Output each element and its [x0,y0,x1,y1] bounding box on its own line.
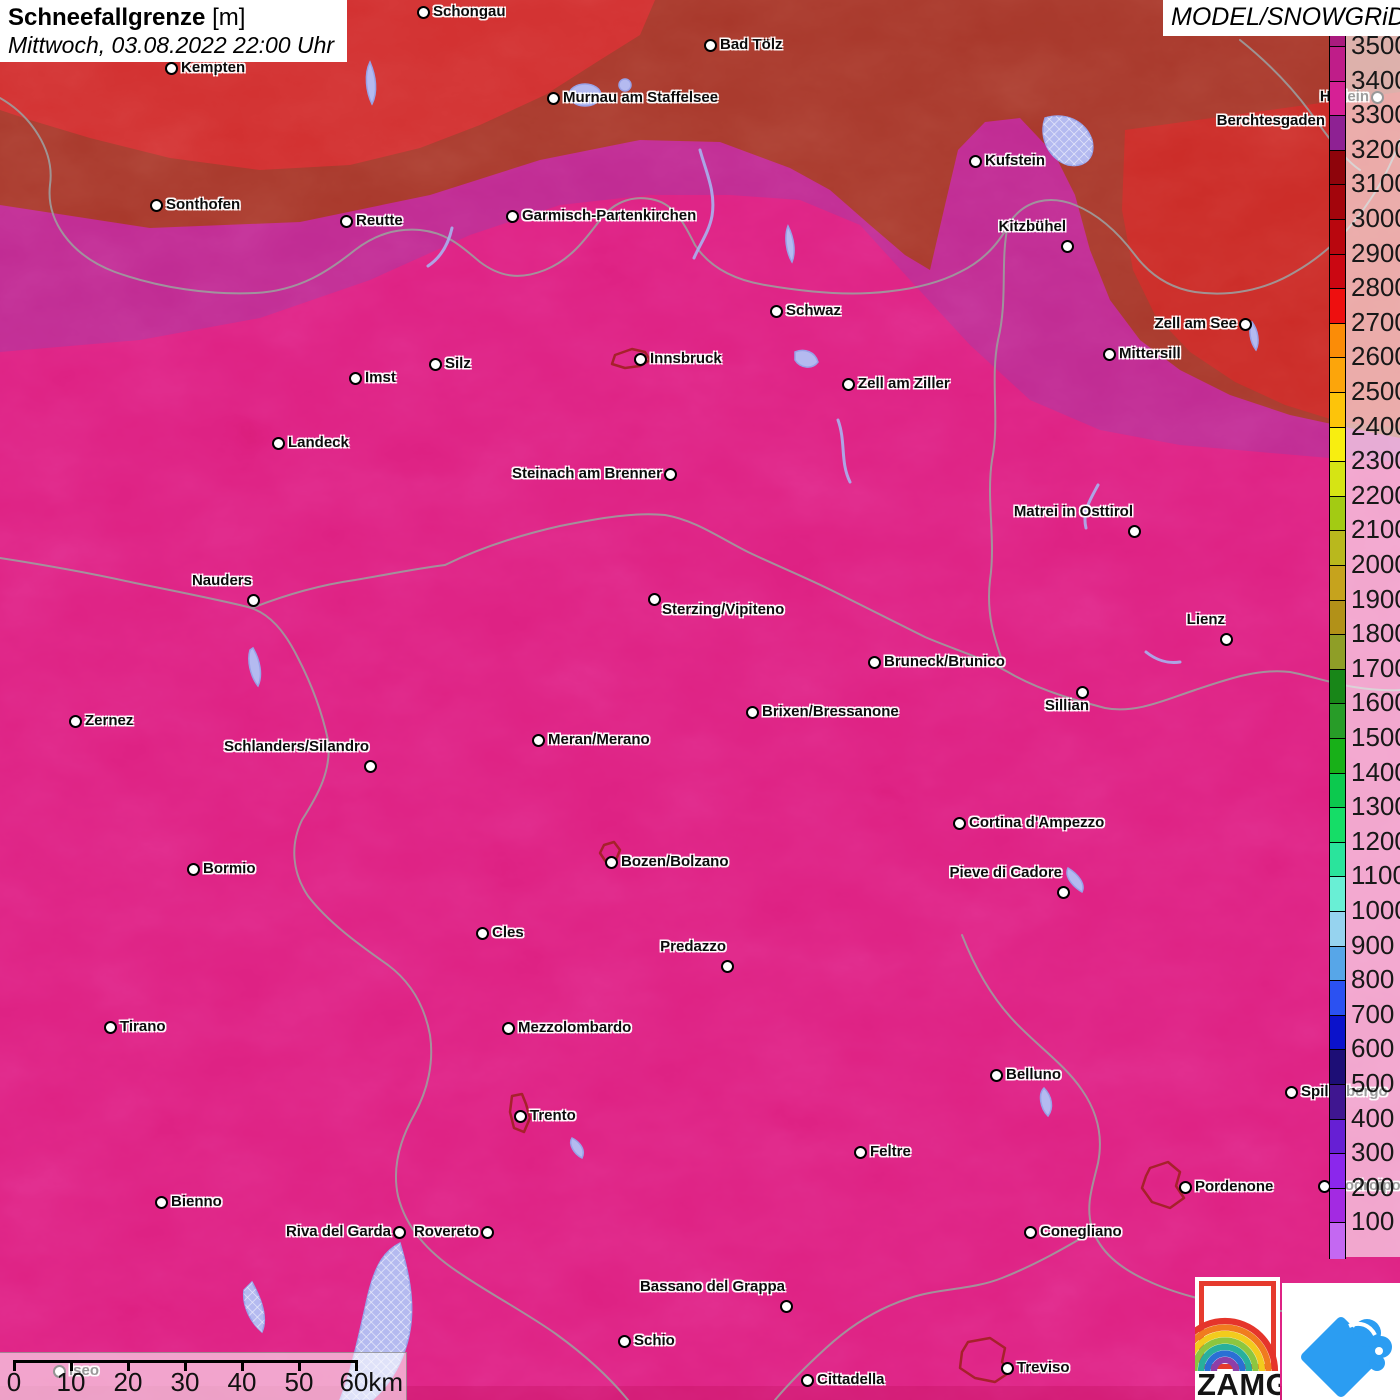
legend-tick-label: 2500 [1351,377,1400,405]
title-parameter: Schneefallgrenze [8,4,205,31]
title-datetime: Mittwoch, 03.08.2022 22:00 Uhr [8,32,337,59]
legend-tick-label: 3400 [1351,66,1400,94]
legend-color-segment [1330,323,1345,359]
legend-tick-label: 400 [1351,1104,1394,1132]
legend-tick-label: 2300 [1351,446,1400,474]
legend-tick-label: 1700 [1351,654,1400,682]
legend-color-segment [1330,634,1345,670]
legend-tick-label: 1200 [1351,827,1400,855]
scalebar-label: 60km [339,1367,403,1397]
legend-color-segment [1330,530,1345,566]
legend-tick-label: 2400 [1351,412,1400,440]
legend-tick-label: 2200 [1351,481,1400,509]
legend-color-segment [1330,1222,1345,1259]
legend-tick-label: 500 [1351,1069,1394,1097]
scalebar-label: 0 [7,1367,21,1397]
legend-color-segment [1330,254,1345,290]
legend-tick-label: 3200 [1351,135,1400,163]
legend-tick-label: 200 [1351,1173,1394,1201]
legend-tick-label: 2100 [1351,515,1400,543]
distance-scalebar: 0 10 20 30 40 50 60km [0,1352,407,1400]
legend-tick-label: 3100 [1351,169,1400,197]
zamg-logo-text: ZAMG [1197,1369,1280,1400]
legend-tick-label: 1400 [1351,758,1400,786]
terrain-shading [0,0,1400,1400]
snowgrid-mountain-cloud-icon [1282,1283,1400,1400]
legend-color-segment [1330,150,1345,186]
scalebar-label: 50 [285,1367,314,1397]
legend-tick-label: 2600 [1351,342,1400,370]
legend-color-segment [1330,1084,1345,1120]
legend-tick-label: 1000 [1351,896,1400,924]
legend-color-segment [1330,357,1345,393]
legend-color-segment [1330,842,1345,878]
page-title: Schneefallgrenze [m] [8,3,337,32]
legend-tick-label: 1100 [1351,861,1400,889]
legend-color-segment [1330,392,1345,428]
legend-color-segment [1330,807,1345,843]
legend-color-segment [1330,461,1345,497]
legend-color-segment [1330,565,1345,601]
legend-tick-label: 900 [1351,931,1394,959]
legend-color-segment [1330,1153,1345,1189]
legend-color-segment [1330,911,1345,947]
model-box: MODEL/SNOWGRiD [1163,0,1400,36]
legend-tick-label: 2900 [1351,239,1400,267]
legend-color-segment [1330,703,1345,739]
legend-tick-label: 2000 [1351,550,1400,578]
legend-tick-label: 1300 [1351,792,1400,820]
title-box: Schneefallgrenze [m] Mittwoch, 03.08.202… [0,0,347,62]
legend-color-segment [1330,81,1345,117]
legend-color-segment [1330,288,1345,324]
legend-color-segment [1330,946,1345,982]
legend-tick-label: 1900 [1351,585,1400,613]
legend-color-segment [1330,184,1345,220]
legend-color-segment [1330,600,1345,636]
legend-tick-label: 2800 [1351,273,1400,301]
legend-tick-label: 100 [1351,1207,1394,1235]
scalebar-label: 30 [171,1367,200,1397]
legend-color-segment [1330,219,1345,255]
legend-tick-label: 1800 [1351,619,1400,647]
zamg-logo: ZAMG [1195,1277,1280,1400]
legend-tick-label: 1600 [1351,688,1400,716]
legend-tick-label: 600 [1351,1034,1394,1062]
legend-color-segment [1330,1015,1345,1051]
legend-tick-label: 700 [1351,1000,1394,1028]
legend-tick-label: 3000 [1351,204,1400,232]
legend-tick-label: 1500 [1351,723,1400,751]
scalebar-label: 20 [114,1367,143,1397]
weather-map-page: SchongauBad TölzKemptenMurnau am Staffel… [0,0,1400,1400]
legend-tick-label: 3300 [1351,100,1400,128]
legend-tick-label: 800 [1351,965,1394,993]
legend-color-segment [1330,980,1345,1016]
legend-color-segment [1330,773,1345,809]
lake-staffelsee [569,84,601,106]
legend-color-segment [1330,1188,1345,1224]
scalebar-label: 40 [228,1367,257,1397]
legend-color-segment [1330,1119,1345,1155]
title-unit: [m] [205,4,245,31]
lake-riegsee [619,79,631,91]
snowgrid-logo [1282,1283,1400,1400]
legend-colorbar [1329,33,1346,1259]
legend-tick-label: 300 [1351,1138,1394,1166]
legend-color-segment [1330,1049,1345,1085]
scalebar-label: 10 [57,1367,86,1397]
model-label: MODEL/SNOWGRiD [1171,2,1396,32]
legend-color-segment [1330,46,1345,82]
map-canvas [0,0,1400,1400]
legend-color-segment [1330,669,1345,705]
zamg-rainbow-icon [1195,1285,1280,1373]
legend-color-segment [1330,496,1345,532]
legend-color-segment [1330,427,1345,463]
legend-color-segment [1330,115,1345,151]
legend-tick-label: 2700 [1351,308,1400,336]
legend-color-segment [1330,738,1345,774]
legend-color-segment [1330,876,1345,912]
